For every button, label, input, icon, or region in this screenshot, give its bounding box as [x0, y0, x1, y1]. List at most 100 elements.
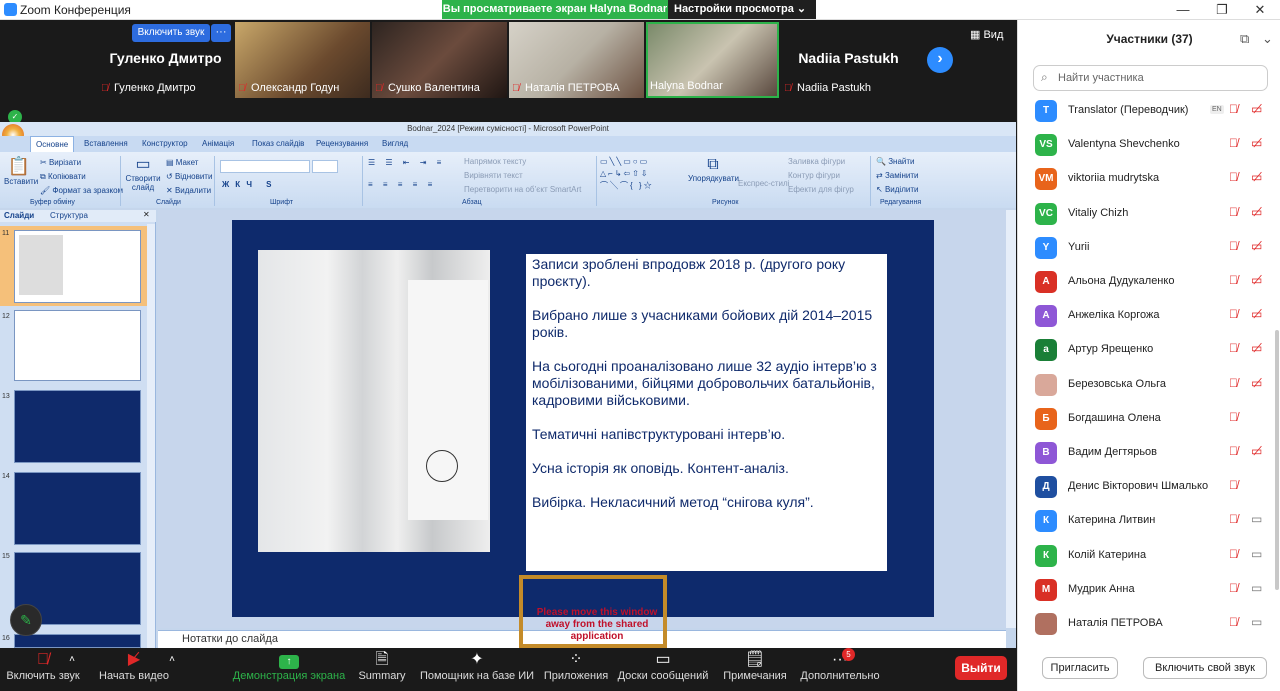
video-tile[interactable]: 🎙̸ Наталія ПЕТРОВА: [509, 22, 644, 98]
participant-row[interactable]: А Альона Дудукаленко 🎙̸ ▭̸: [1018, 265, 1268, 299]
paste-button[interactable]: 📋 Вставити: [4, 156, 38, 186]
participant-row[interactable]: VC Vitaliy Chizh 🎙̸ ▭̸: [1018, 197, 1268, 231]
participant-name: Денис Вікторович Шмалько: [1068, 480, 1209, 493]
participant-row[interactable]: VS Valentyna Shevchenko 🎙̸ ▭̸: [1018, 128, 1268, 162]
video-options-chevron-icon[interactable]: ˄: [164, 648, 180, 691]
slide-text-box[interactable]: Записи зроблені впродовж 2018 р. (другог…: [526, 254, 887, 571]
participant-row[interactable]: Б Богдашина Олена 🎙̸: [1018, 402, 1268, 436]
layout-button[interactable]: ▤ Макет: [166, 158, 198, 167]
shapes-gallery[interactable]: ▭╲╲▭○▭ △⌐↳⇦⇧⇩ ⌒╲⌒{ }☆: [600, 156, 654, 192]
tab-design[interactable]: Конструктор: [142, 136, 188, 152]
slide-paragraph: Тематичні напівструктуровані інтерв’ю.: [532, 426, 786, 442]
tab-insert[interactable]: Вставлення: [84, 136, 128, 152]
panel-scrollbar[interactable]: [147, 224, 155, 648]
reset-button[interactable]: ↺ Відновити: [166, 172, 212, 181]
minimize-icon[interactable]: —: [1175, 2, 1191, 18]
find-button[interactable]: 🔍 Знайти: [876, 157, 915, 166]
leave-button[interactable]: Выйти: [955, 656, 1007, 680]
next-page-button[interactable]: ›: [927, 47, 953, 73]
tab-slides[interactable]: Слайди: [4, 211, 34, 220]
participants-scrollbar[interactable]: [1275, 330, 1279, 590]
arrange-button[interactable]: ⧉ Упорядкувати: [688, 156, 740, 183]
close-panel-icon[interactable]: ✕: [143, 210, 150, 219]
cut-button[interactable]: ✂ Вирізати: [40, 158, 81, 167]
annotate-pen-icon[interactable]: ✎: [10, 604, 42, 636]
video-tile[interactable]: 🎙̸ Олександр Годун: [235, 22, 370, 98]
share-screen-button[interactable]: ↑ Демонстрация экрана: [232, 648, 346, 691]
video-tile[interactable]: Nadiia Pastukh 🎙̸ Nadiia Pastukh: [781, 22, 916, 98]
shape-effects-button[interactable]: Ефекти для фігур: [788, 185, 854, 194]
font-size-select[interactable]: [312, 160, 338, 173]
slide-thumbnail[interactable]: [14, 390, 141, 463]
mic-off-icon: 🎙̸: [1229, 409, 1238, 424]
new-slide-icon: ▭: [135, 156, 151, 173]
replace-button[interactable]: ⇄ Замінити: [876, 171, 919, 180]
unmute-self-button[interactable]: Включить свой звук: [1143, 657, 1267, 679]
participant-row[interactable]: а Артур Ярещенко 🎙̸ ▭̸: [1018, 333, 1268, 367]
start-video-button[interactable]: ▶̸ Начать видео: [94, 648, 174, 691]
unmute-participant-button[interactable]: Включить звук: [132, 24, 210, 42]
popout-icon[interactable]: ⧉: [1240, 31, 1249, 47]
delete-slide-button[interactable]: ✕ Видалити: [166, 186, 211, 195]
format-painter-button[interactable]: 🖌 Формат за зразком: [40, 186, 123, 195]
participant-row[interactable]: T Translator (Переводчик) EN 🎙̸ ▭̸: [1018, 94, 1268, 128]
audio-options-chevron-icon[interactable]: ˄: [64, 648, 80, 691]
invite-button[interactable]: Пригласить: [1042, 657, 1118, 679]
participant-row[interactable]: А Анжеліка Коргожа 🎙̸ ▭̸: [1018, 299, 1268, 333]
participant-row[interactable]: Наталія ПЕТРОВА 🎙̸ ▭: [1018, 607, 1268, 641]
participant-row[interactable]: Y Yurii 🎙̸ ▭̸: [1018, 231, 1268, 265]
share-screen-icon: ↑: [232, 648, 346, 670]
font-name-select[interactable]: [220, 160, 310, 173]
text-direction-button[interactable]: Напрямок тексту: [464, 157, 526, 166]
align-buttons[interactable]: ≡ ≡ ≡ ≡ ≡: [368, 180, 436, 189]
ai-assistant-button[interactable]: ✦ Помощник на базе ИИ: [418, 648, 536, 691]
slide-thumbnail[interactable]: [14, 230, 141, 303]
shape-fill-button[interactable]: Заливка фігури: [788, 157, 845, 166]
video-tile-active-speaker[interactable]: Halyna Bodnar: [646, 22, 779, 98]
arrange-label: Упорядкувати: [688, 174, 740, 183]
slide-thumbnail[interactable]: [14, 634, 141, 648]
new-slide-button[interactable]: ▭ Створити слайд: [124, 156, 162, 192]
whiteboards-button[interactable]: ▭ Доски сообщений: [616, 648, 710, 691]
view-options-button[interactable]: Настройки просмотра ⌄: [674, 0, 816, 19]
canvas-scrollbar[interactable]: [1006, 210, 1016, 628]
tab-outline[interactable]: Структура: [50, 211, 88, 220]
tab-slideshow[interactable]: Показ слайдів: [252, 136, 304, 152]
shape-outline-button[interactable]: Контур фігури: [788, 171, 840, 180]
summary-button[interactable]: 🗎 Summary: [352, 648, 412, 691]
mic-off-icon: 🎙̸: [512, 83, 520, 94]
avatar: Д: [1035, 476, 1057, 499]
notes-button[interactable]: 🗒 Примечания: [718, 648, 792, 691]
tab-view[interactable]: Вигляд: [382, 136, 408, 152]
participant-row[interactable]: К Колій Катерина 🎙̸ ▭: [1018, 539, 1268, 573]
close-icon[interactable]: ✕: [1252, 2, 1268, 18]
participant-row[interactable]: К Катерина Литвин 🎙̸ ▭: [1018, 504, 1268, 538]
more-button[interactable]: ··· Дополнительно: [798, 648, 882, 691]
select-button[interactable]: ↖ Виділити: [876, 185, 918, 194]
avatar: К: [1035, 510, 1057, 533]
tab-review[interactable]: Рецензування: [316, 136, 368, 152]
participant-row[interactable]: VM viktoriia mudrytska 🎙̸ ▭̸: [1018, 162, 1268, 196]
participant-row[interactable]: В Вадим Дегтярьов 🎙̸ ▭̸: [1018, 436, 1268, 470]
video-tile[interactable]: 🎙̸ Сушко Валентина: [372, 22, 507, 98]
participant-row[interactable]: Березовська Ольга 🎙̸ ▭̸: [1018, 368, 1268, 402]
view-button[interactable]: ▦ Вид: [970, 28, 1003, 41]
slide-thumbnail[interactable]: [14, 472, 141, 545]
participant-row[interactable]: М Мудрик Анна 🎙̸ ▭: [1018, 573, 1268, 607]
list-buttons[interactable]: ☰ ☰ ⇤ ⇥ ≡: [368, 158, 445, 167]
quick-styles-button[interactable]: Експрес-стилі: [738, 179, 789, 188]
smartart-button[interactable]: Перетворити на об’єкт SmartArt: [464, 185, 581, 194]
participant-row[interactable]: Д Денис Вікторович Шмалько 🎙̸: [1018, 470, 1268, 504]
copy-button[interactable]: ⧉ Копіювати: [40, 172, 86, 182]
collapse-icon[interactable]: ⌄: [1262, 31, 1273, 47]
align-text-button[interactable]: Вирівняти текст: [464, 171, 523, 180]
search-participants-input[interactable]: ⌕ Найти участника: [1033, 65, 1268, 91]
participant-name: Колій Катерина: [1068, 548, 1147, 561]
apps-button[interactable]: ⁘ Приложения: [542, 648, 610, 691]
more-options-button[interactable]: ···: [211, 24, 231, 42]
slide-thumbnail[interactable]: [14, 310, 141, 381]
tab-animation[interactable]: Анімація: [202, 136, 234, 152]
maximize-icon[interactable]: ❐: [1214, 2, 1230, 18]
font-format-buttons[interactable]: ЖКЧ S: [222, 180, 278, 189]
tab-home[interactable]: Основне: [30, 136, 75, 152]
